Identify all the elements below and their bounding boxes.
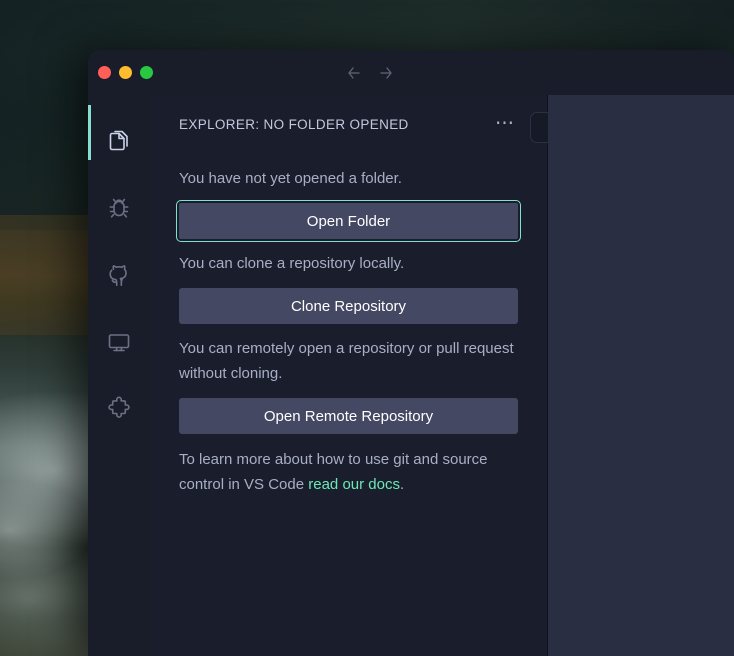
learn-more-text: To learn more about how to use git and s… bbox=[179, 447, 518, 497]
read-our-docs-link[interactable]: read our docs bbox=[308, 476, 400, 493]
files-explorer-icon bbox=[104, 126, 134, 156]
no-folder-text: You have not yet opened a folder. bbox=[179, 166, 518, 191]
ellipsis-icon[interactable]: ⋯ bbox=[493, 116, 518, 132]
page-title: EXPLORER: NO FOLDER OPENED bbox=[179, 117, 409, 132]
extensions-puzzle-icon bbox=[104, 394, 134, 424]
close-button[interactable] bbox=[98, 66, 111, 79]
minimize-button[interactable] bbox=[119, 66, 132, 79]
title-bar: Search bbox=[88, 50, 734, 95]
open-remote-repository-button-wrap: Open Remote Repository bbox=[179, 398, 518, 434]
maximize-button[interactable] bbox=[140, 66, 153, 79]
remote-monitor-icon bbox=[104, 327, 134, 357]
arrow-right-icon[interactable] bbox=[376, 63, 396, 83]
window-controls bbox=[98, 66, 153, 79]
sidebar-item-source-control-github[interactable] bbox=[88, 241, 150, 308]
arrow-left-icon[interactable] bbox=[344, 63, 364, 83]
clone-repository-button[interactable]: Clone Repository bbox=[179, 288, 518, 324]
sidebar-item-run-and-debug[interactable] bbox=[88, 174, 150, 241]
activity-bar bbox=[88, 95, 150, 656]
window-body: EXPLORER: NO FOLDER OPENED ⋯ You have no… bbox=[88, 95, 734, 656]
sidebar-item-extensions[interactable] bbox=[88, 375, 150, 442]
learn-more-text-part2: . bbox=[400, 476, 404, 493]
vscode-window: Search bbox=[88, 50, 734, 656]
clone-repository-button-wrap: Clone Repository bbox=[179, 288, 518, 324]
open-remote-repository-button[interactable]: Open Remote Repository bbox=[179, 398, 518, 434]
open-folder-button-wrap: Open Folder bbox=[179, 203, 518, 239]
clone-description-text: You can clone a repository locally. bbox=[179, 251, 518, 276]
navigation-arrows bbox=[344, 63, 396, 83]
explorer-sidebar: EXPLORER: NO FOLDER OPENED ⋯ You have no… bbox=[150, 95, 548, 656]
open-folder-button[interactable]: Open Folder bbox=[179, 203, 518, 239]
github-cat-icon bbox=[104, 260, 134, 290]
bug-debug-icon bbox=[104, 193, 134, 223]
editor-area[interactable] bbox=[548, 95, 734, 656]
active-view-indicator bbox=[88, 105, 91, 160]
remote-description-text: You can remotely open a repository or pu… bbox=[179, 336, 518, 386]
sidebar-item-explorer[interactable] bbox=[88, 107, 150, 174]
explorer-header: EXPLORER: NO FOLDER OPENED ⋯ bbox=[179, 95, 518, 153]
sidebar-item-remote-explorer[interactable] bbox=[88, 308, 150, 375]
